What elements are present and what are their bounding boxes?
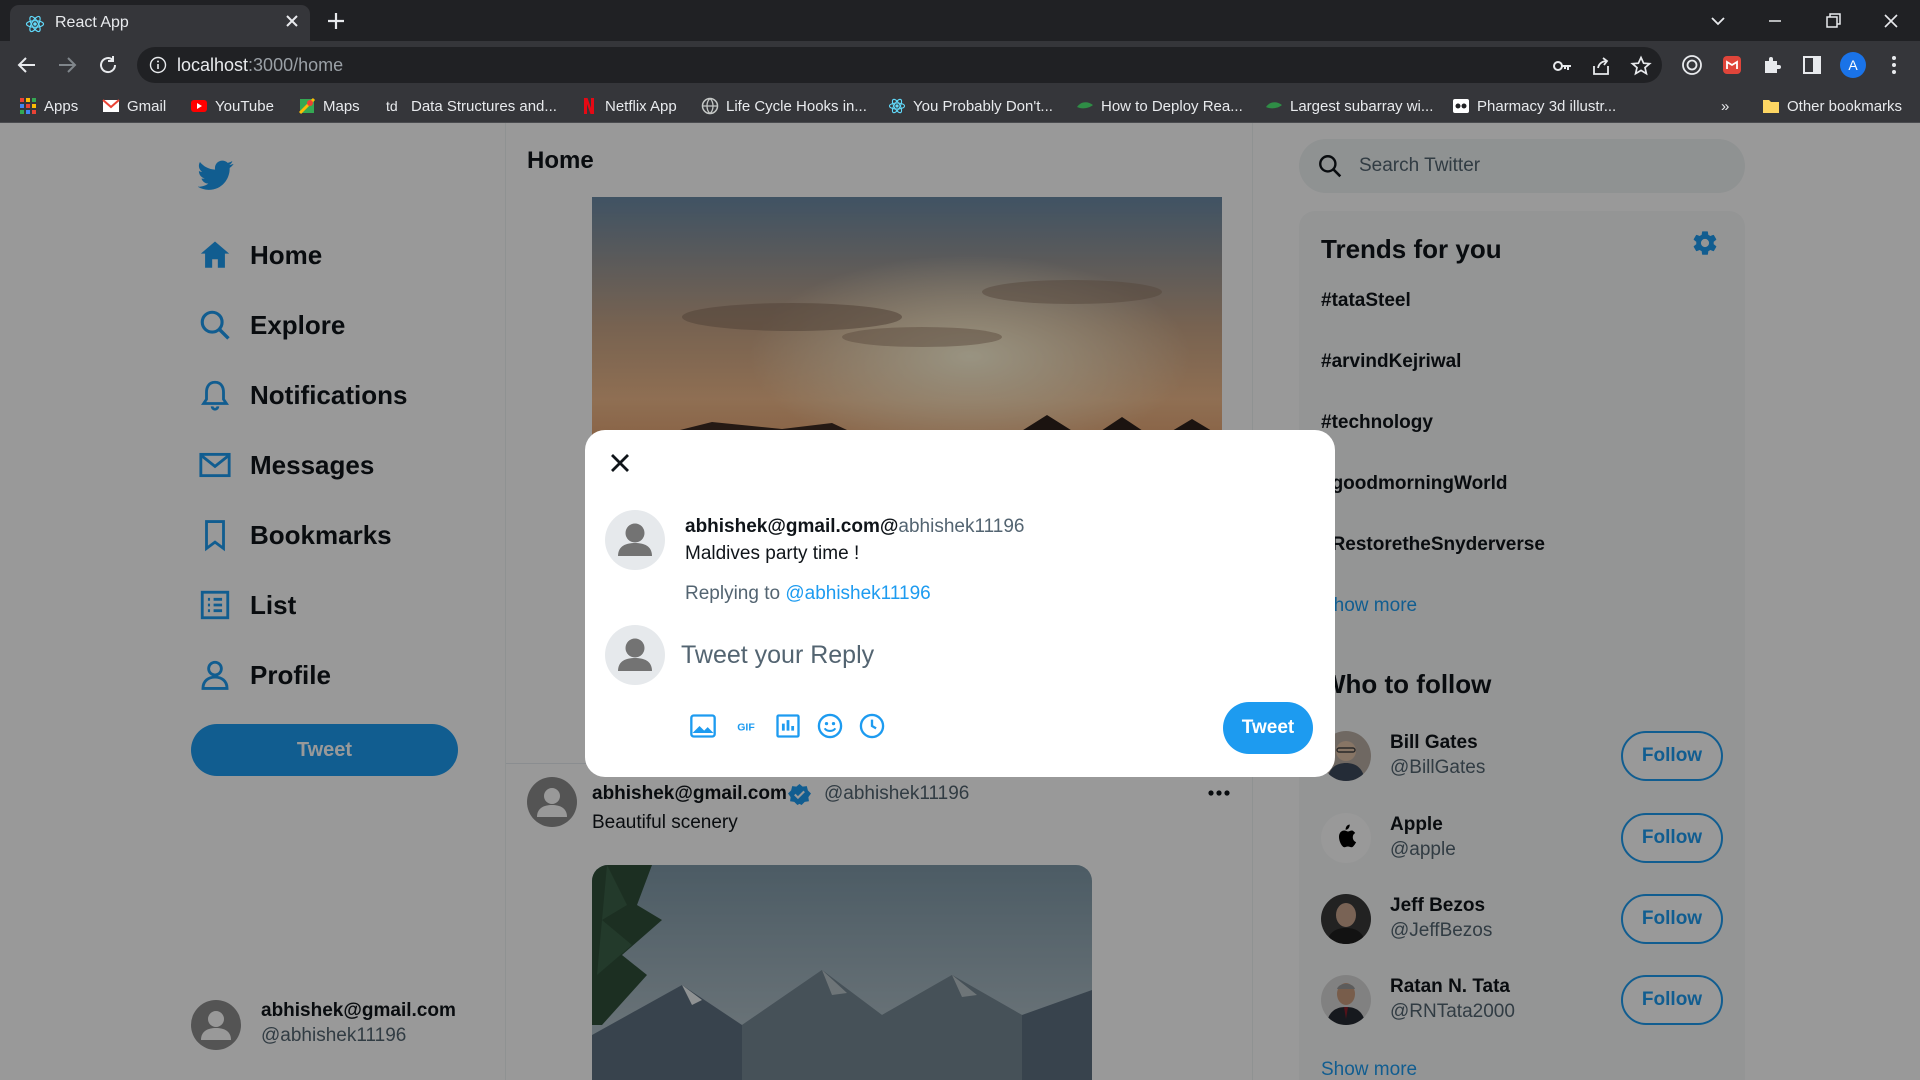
replying-to-handle-link[interactable]: @abhishek11196 <box>785 583 930 604</box>
reply-modal: abhishek@gmail.com@abhishek11196 Maldive… <box>585 430 1335 777</box>
back-icon[interactable] <box>15 53 39 77</box>
bookmark-data-structures[interactable]: td Data Structures and... <box>386 95 557 117</box>
bookmark-maps[interactable]: Maps <box>298 95 360 117</box>
new-tab-icon[interactable] <box>325 10 347 32</box>
profile-avatar[interactable]: A <box>1840 52 1866 78</box>
schedule-icon[interactable] <box>858 712 886 740</box>
bookmarks-bar: Apps Gmail YouTube Maps td Data Structur… <box>0 89 1920 123</box>
default-avatar-icon <box>618 638 652 671</box>
emoji-icon[interactable] <box>816 712 844 740</box>
site-info-icon[interactable] <box>149 56 167 74</box>
bookmarks-overflow[interactable]: » <box>1721 95 1729 117</box>
svg-text:GIF: GIF <box>737 722 755 734</box>
youtube-icon <box>191 100 207 112</box>
bookmark-lifecycle-hooks[interactable]: Life Cycle Hooks in... <box>701 95 867 117</box>
side-panel-icon[interactable] <box>1800 53 1824 77</box>
globe-icon <box>701 97 719 115</box>
pharmacy-icon <box>1453 99 1469 113</box>
default-avatar-icon <box>618 523 652 556</box>
gif-icon[interactable]: GIF <box>732 712 760 740</box>
leaf-icon <box>1077 102 1093 109</box>
tab-title: React App <box>55 14 129 31</box>
bookmark-netflix[interactable]: Netflix App <box>580 95 677 117</box>
app-page: Home Explore Notifications Messages Book… <box>0 123 1920 1080</box>
star-icon[interactable] <box>1630 55 1652 77</box>
maps-icon <box>298 97 316 115</box>
extensions-puzzle-icon[interactable] <box>1760 53 1784 77</box>
close-window-icon[interactable] <box>1878 8 1904 34</box>
apps-grid-icon <box>20 98 36 114</box>
avatar <box>605 510 665 570</box>
forward-icon[interactable] <box>55 53 79 77</box>
browser-tab-strip: React App <box>0 0 1920 41</box>
react-icon <box>25 15 45 33</box>
react-icon <box>888 98 906 114</box>
tab-search-chevron-icon[interactable] <box>1705 8 1731 34</box>
bookmark-pharmacy[interactable]: Pharmacy 3d illustr... <box>1452 95 1616 117</box>
minimize-icon[interactable] <box>1762 8 1788 34</box>
reload-icon[interactable] <box>96 53 120 77</box>
restore-icon[interactable] <box>1820 8 1846 34</box>
bookmark-other[interactable]: Other bookmarks <box>1762 95 1902 117</box>
gmail-icon <box>102 99 120 112</box>
original-tweet-text: Maldives party time ! <box>685 543 860 564</box>
original-author: abhishek@gmail.com@abhishek11196 <box>685 516 1025 537</box>
browser-tab[interactable]: React App <box>10 5 310 41</box>
image-icon[interactable] <box>689 712 717 740</box>
bookmark-how-to-deploy[interactable]: How to Deploy Rea... <box>1076 95 1243 117</box>
bookmark-youtube[interactable]: YouTube <box>190 95 274 117</box>
reply-tweet-button[interactable]: Tweet <box>1223 702 1313 754</box>
bookmark-largest-subarray[interactable]: Largest subarray wi... <box>1265 95 1433 117</box>
reply-input[interactable] <box>681 635 1201 675</box>
share-icon[interactable] <box>1590 55 1612 77</box>
close-tab-icon[interactable] <box>282 11 302 31</box>
netflix-icon <box>584 98 594 114</box>
folder-icon <box>1763 100 1779 113</box>
bookmark-gmail[interactable]: Gmail <box>102 95 166 117</box>
avatar <box>605 625 665 685</box>
address-bar[interactable]: localhost:3000/home <box>137 47 1662 83</box>
url-text[interactable]: localhost:3000/home <box>177 55 343 76</box>
browser-toolbar: localhost:3000/home A <box>0 41 1920 89</box>
extension-target-icon[interactable] <box>1680 53 1704 77</box>
menu-kebab-icon[interactable] <box>1882 53 1906 77</box>
replying-to: Replying to @abhishek11196 <box>685 583 931 604</box>
leaf-icon <box>1266 102 1282 109</box>
bookmark-you-probably-dont[interactable]: You Probably Don't... <box>888 95 1053 117</box>
td-icon: td <box>386 98 398 114</box>
close-icon[interactable] <box>607 450 633 476</box>
poll-icon[interactable] <box>774 712 802 740</box>
extension-red-icon[interactable] <box>1720 53 1744 77</box>
bookmark-apps[interactable]: Apps <box>19 95 78 117</box>
key-icon[interactable] <box>1551 55 1573 77</box>
